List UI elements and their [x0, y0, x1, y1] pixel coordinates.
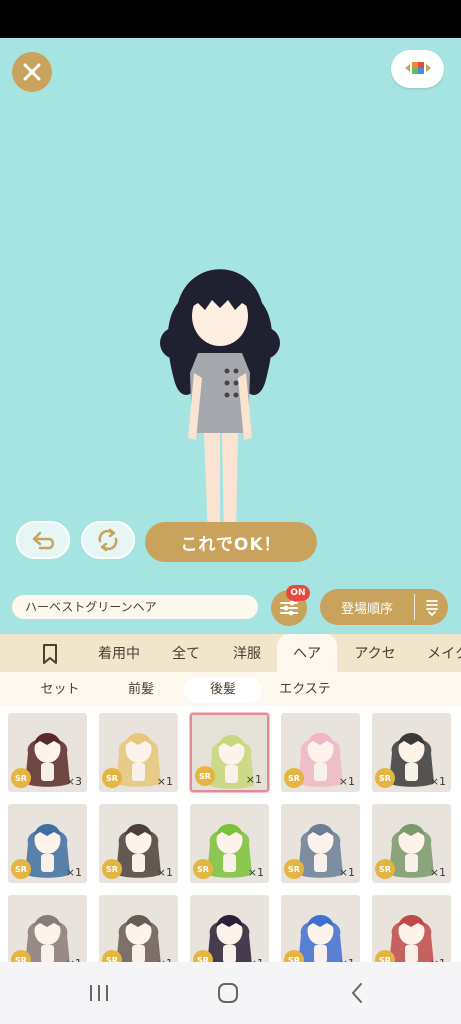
tab-wearing[interactable]: 着用中 [88, 634, 150, 672]
recent-apps-button[interactable] [84, 978, 114, 1008]
subtab-set[interactable]: セット [22, 677, 98, 703]
status-bar [0, 0, 461, 38]
hair-subtabs: セット 前髪 後髪 エクステ [0, 672, 461, 706]
hair-item-card[interactable]: SR ×1 [372, 713, 451, 792]
item-quantity: ×1 [429, 866, 446, 879]
rarity-badge: SR [195, 766, 215, 786]
tab-all[interactable]: 全て [160, 634, 212, 672]
hair-item-card[interactable]: SR ×3 [8, 713, 87, 792]
rarity-badge: SR [284, 768, 304, 788]
rarity-badge: SR [102, 859, 122, 879]
avatar-stage: これでOK！ [0, 38, 461, 584]
sort-button[interactable]: 登場順序 [320, 589, 448, 625]
hair-item-card[interactable]: SR ×1 [372, 804, 451, 883]
hair-item-card[interactable]: SR ×1 [281, 713, 360, 792]
rarity-badge: SR [102, 768, 122, 788]
back-button[interactable] [342, 978, 372, 1008]
item-quantity: ×1 [429, 775, 446, 788]
sort-label: 登場順序 [340, 601, 393, 617]
item-quantity: ×1 [247, 866, 264, 879]
tab-hair[interactable]: ヘア [277, 634, 337, 672]
close-button[interactable] [12, 52, 52, 92]
item-quantity: ×1 [338, 775, 355, 788]
close-icon [23, 63, 41, 81]
item-quantity: ×1 [156, 866, 173, 879]
tab-makeup[interactable]: メイク [418, 634, 461, 672]
item-quantity: ×1 [65, 866, 82, 879]
item-name-field: ハーベストグリーンヘア [12, 595, 258, 619]
tab-bookmark[interactable] [30, 634, 70, 672]
hair-item-card[interactable]: SR×1 [99, 895, 178, 962]
sort-order-icon[interactable] [415, 598, 448, 616]
confirm-ok-button[interactable]: これでOK！ [145, 522, 317, 562]
refresh-icon [98, 528, 118, 552]
refresh-button[interactable] [81, 521, 135, 559]
recent-apps-icon [90, 985, 108, 1001]
subtab-extensions[interactable]: エクステ [270, 677, 340, 703]
rarity-badge: SR [375, 859, 395, 879]
undo-icon [32, 531, 54, 550]
home-icon [218, 983, 238, 1003]
hair-item-card[interactable]: SR ×1 [99, 804, 178, 883]
hair-item-card[interactable]: SR ×1 [190, 713, 269, 792]
rarity-badge: SR [375, 768, 395, 788]
palette-button[interactable] [391, 50, 444, 88]
hair-item-card[interactable]: SR×1 [190, 895, 269, 962]
avatar-figure [160, 269, 280, 545]
hair-item-card[interactable]: SR ×1 [8, 804, 87, 883]
item-quantity: ×3 [65, 775, 82, 788]
hair-item-card[interactable]: SR×1 [281, 895, 360, 962]
hair-item-card[interactable]: SR ×1 [99, 713, 178, 792]
rarity-badge: SR [11, 859, 31, 879]
undo-button[interactable] [16, 521, 70, 559]
tab-clothes[interactable]: 洋服 [222, 634, 272, 672]
subtab-back-hair[interactable]: 後髪 [184, 677, 262, 703]
system-nav-bar [0, 962, 461, 1024]
bookmark-icon [43, 644, 57, 664]
category-tabs: 着用中 全て 洋服 ヘア アクセ メイク [0, 634, 461, 672]
item-name-bar: ハーベストグリーンヘア ON 登場順序 [0, 584, 461, 634]
rarity-badge: SR [193, 859, 213, 879]
rarity-badge: SR [11, 768, 31, 788]
sort-divider [414, 594, 415, 620]
hair-item-card[interactable]: SR×1 [372, 895, 451, 962]
item-quantity: ×1 [245, 773, 262, 786]
filter-on-badge: ON [286, 585, 310, 601]
subtab-front-hair[interactable]: 前髪 [110, 677, 172, 703]
rarity-badge: SR [284, 859, 304, 879]
palette-icon [404, 62, 431, 74]
home-button[interactable] [213, 978, 243, 1008]
hair-item-card[interactable]: SR ×1 [281, 804, 360, 883]
back-icon [351, 983, 362, 1003]
filter-sliders-icon [280, 600, 298, 616]
hair-item-card[interactable]: SR ×1 [190, 804, 269, 883]
hair-item-card[interactable]: SR×1 [8, 895, 87, 962]
item-grid: SR ×3 SR ×1 SR ×1 SR ×1 SR ×1 SR ×1 SR ×1 SR ×1 SR ×1 SR ×1… [0, 706, 461, 962]
item-quantity: ×1 [338, 866, 355, 879]
tab-accessories[interactable]: アクセ [344, 634, 406, 672]
item-quantity: ×1 [156, 775, 173, 788]
